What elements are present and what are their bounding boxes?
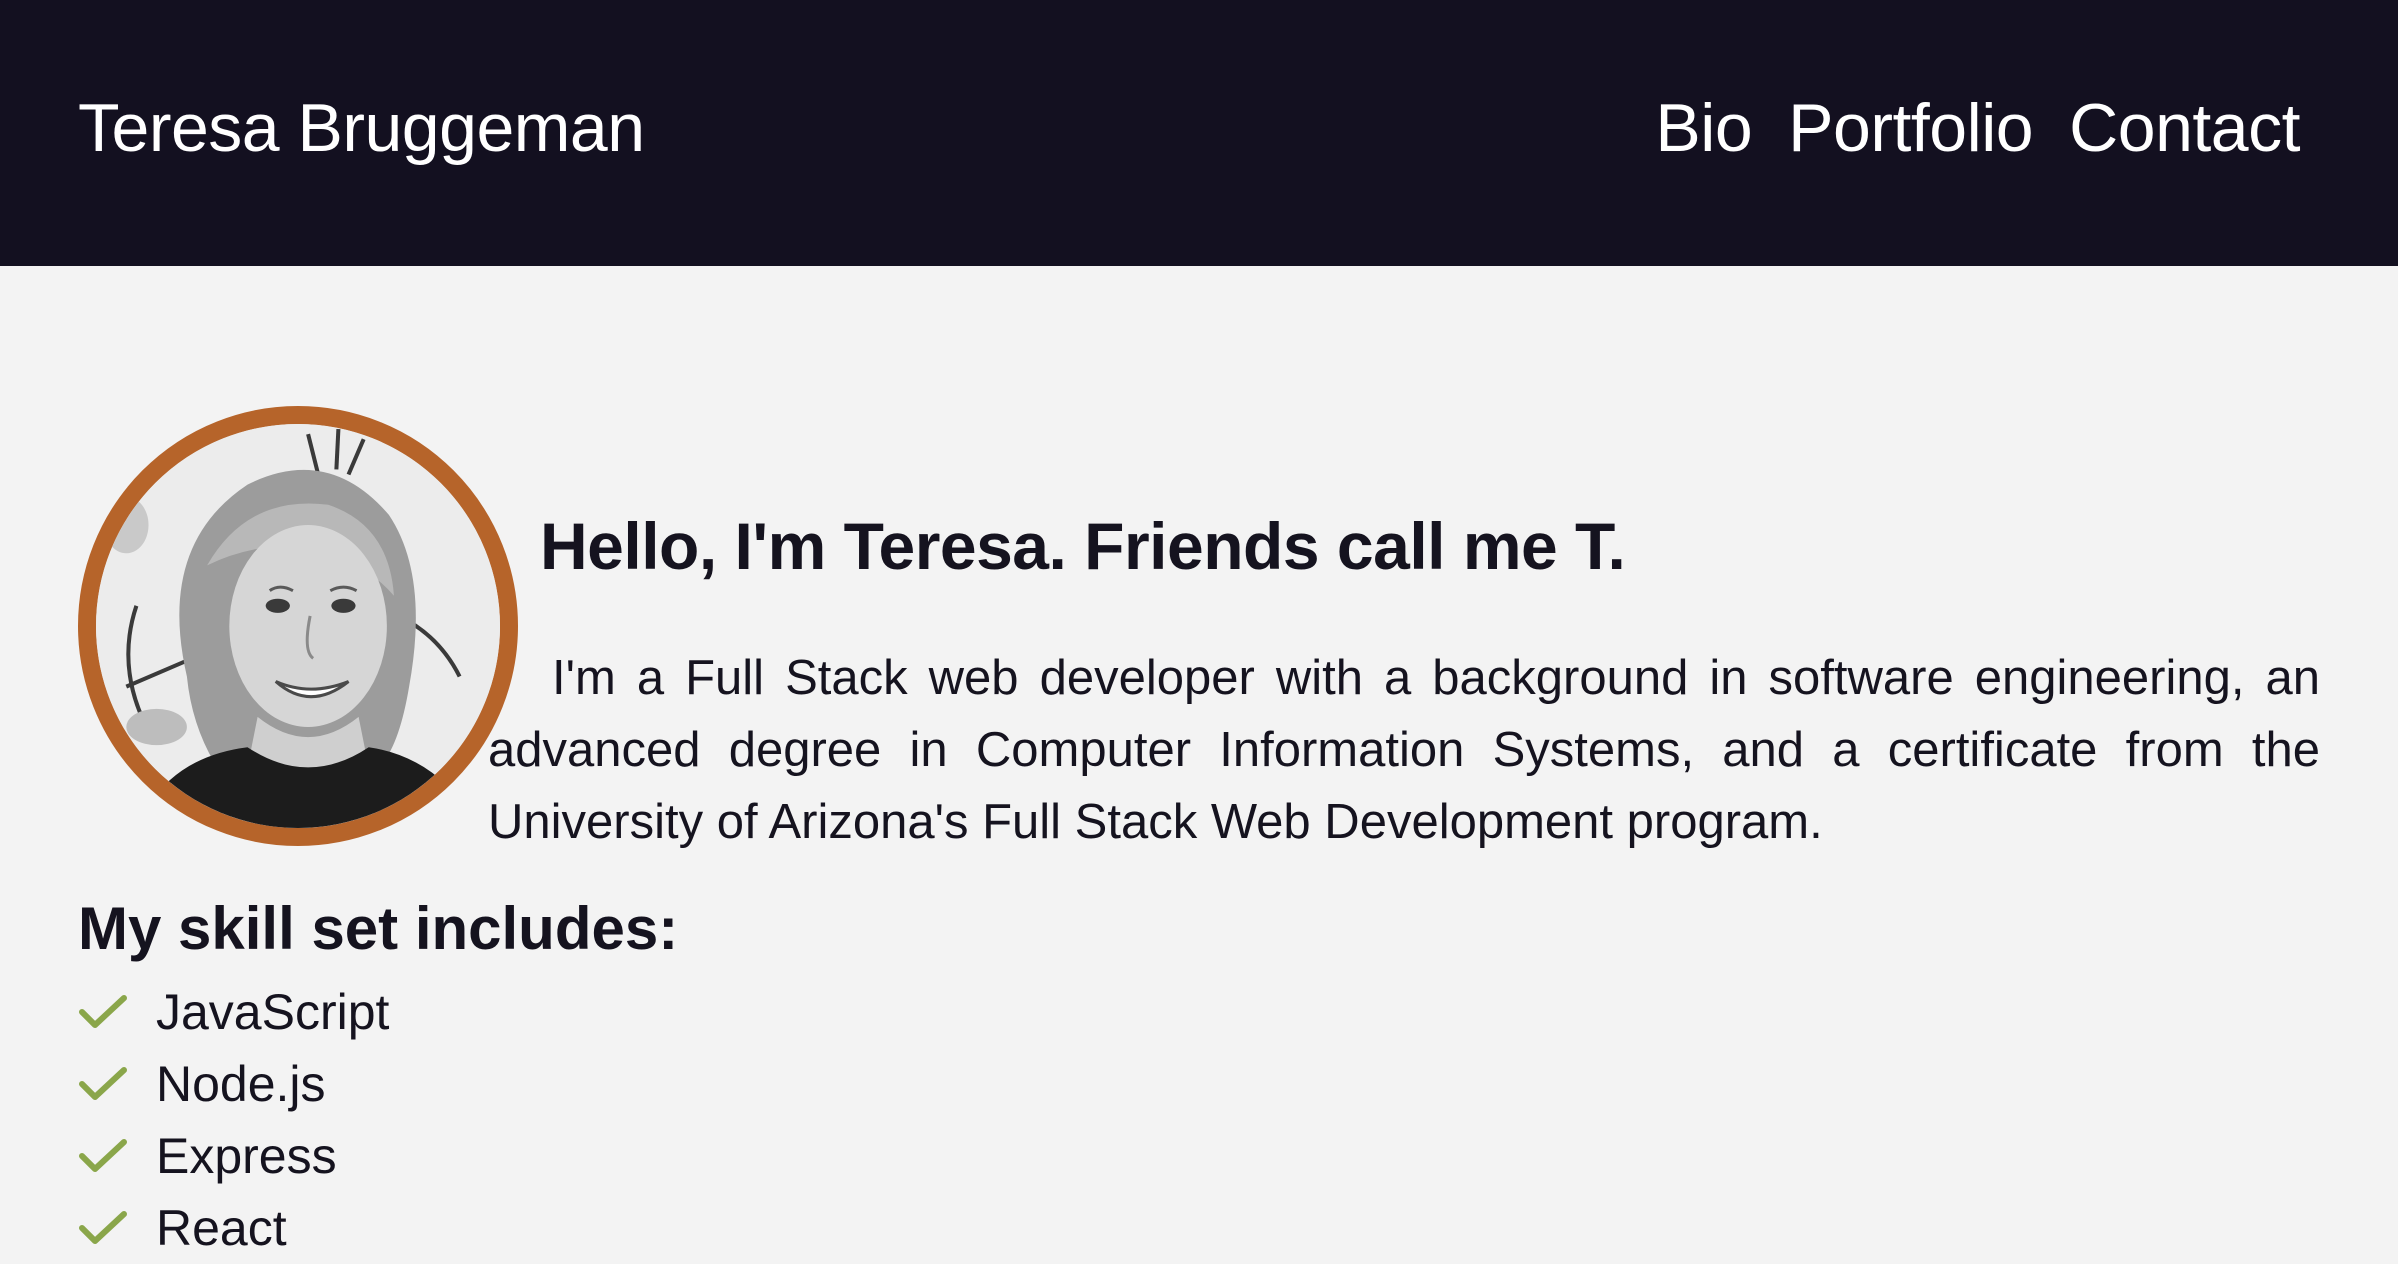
site-header: Teresa Bruggeman Bio Portfolio Contact <box>0 0 2398 266</box>
check-icon <box>79 1067 127 1100</box>
skill-item: JavaScript <box>78 976 389 1048</box>
skill-label: Node.js <box>156 1056 326 1112</box>
nav-portfolio-link[interactable]: Portfolio <box>1788 88 2033 168</box>
profile-photo <box>78 406 518 846</box>
profile-photo-image <box>96 424 500 828</box>
nav-contact-link[interactable]: Contact <box>2069 88 2300 168</box>
skill-item: Express <box>78 1120 389 1192</box>
skill-item: React <box>78 1192 389 1264</box>
site-name[interactable]: Teresa Bruggeman <box>78 88 645 168</box>
check-icon <box>79 995 127 1028</box>
skill-label: JavaScript <box>156 984 390 1040</box>
skill-item: Node.js <box>78 1048 389 1120</box>
skill-list: JavaScript Node.js Express React <box>78 976 389 1264</box>
bio-section: Hello, I'm Teresa. Friends call me T. I'… <box>0 266 2398 1260</box>
nav-bio-link[interactable]: Bio <box>1655 88 1752 168</box>
check-icon <box>79 1211 127 1244</box>
check-icon <box>79 1139 127 1172</box>
skills-heading: My skill set includes: <box>78 895 679 962</box>
skill-label: React <box>156 1200 287 1256</box>
main-nav: Bio Portfolio Contact <box>1655 88 2300 168</box>
skill-label: Express <box>156 1128 337 1184</box>
bio-paragraph: I'm a Full Stack web developer with a ba… <box>488 651 2320 849</box>
greeting-heading: Hello, I'm Teresa. Friends call me T. <box>540 509 1626 583</box>
